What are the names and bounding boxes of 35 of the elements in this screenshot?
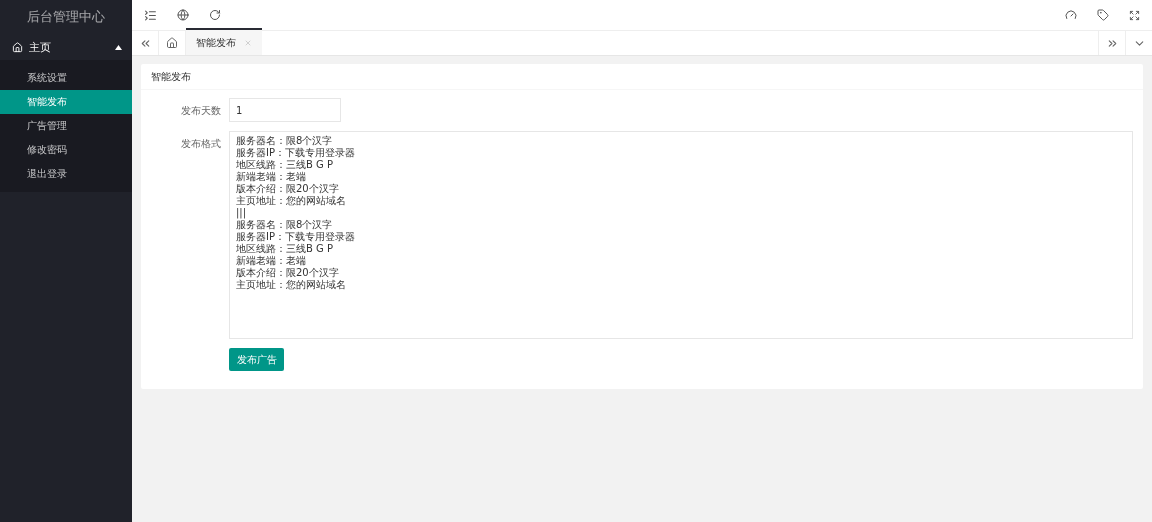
- text-line: 版本介绍：限20个汉字: [236, 267, 339, 279]
- text-line: 地区线路：三线B G P: [236, 243, 333, 255]
- text-line: 服务器名：限8个汉字: [236, 135, 333, 147]
- text-line: 版本介绍：限20个汉字: [236, 183, 339, 195]
- field-label: 发布格式: [180, 137, 222, 151]
- fullscreen-icon[interactable]: [1129, 9, 1140, 21]
- refresh-icon[interactable]: [209, 9, 221, 21]
- caret-icon: [115, 44, 122, 50]
- nav-item[interactable]: 修改密码: [0, 138, 132, 162]
- nav-item[interactable]: 退出登录: [0, 162, 132, 186]
- nav-item[interactable]: 广告管理: [0, 114, 132, 138]
- input-field[interactable]: 1: [229, 98, 341, 122]
- card-title: 智能发布: [141, 64, 1143, 90]
- logo-text: 后台管理中心: [26, 8, 106, 26]
- home-icon: [12, 41, 23, 53]
- text-line: 新端老端：老端: [236, 171, 306, 183]
- submit-button[interactable]: 发布广告: [229, 348, 284, 371]
- globe-icon[interactable]: [177, 9, 189, 21]
- nav-group[interactable]: 主页: [0, 34, 132, 60]
- text-line: 主页地址：您的网站域名: [236, 195, 346, 207]
- text-line: 服务器名：限8个汉字: [236, 219, 333, 231]
- nav-item[interactable]: 系统设置: [0, 66, 132, 90]
- tab[interactable]: 智能发布: [186, 28, 262, 55]
- text-line: 新端老端：老端: [236, 255, 306, 267]
- text-line: 服务器IP：下载专用登录器: [236, 231, 355, 243]
- text-line: |||: [236, 207, 247, 219]
- field-label: 发布天数: [180, 104, 222, 118]
- text-line: 地区线路：三线B G P: [236, 159, 333, 171]
- menu-icon[interactable]: [144, 8, 157, 22]
- text-area[interactable]: 服务器名：限8个汉字 服务器IP：下载专用登录器 地区线路：三线B G P 新端老端：老端 版本介绍：限20个汉字 主页地址：您的网站域名 ||| 服务器名：限8个汉字 服务器IP：下载专用登录器 地区线路：三线B G P 新端老端：老端 版本介绍：限20个汉字 主页地址：您的网站域名: [229, 131, 1133, 339]
- text-line: 服务器IP：下载专用登录器: [236, 147, 355, 159]
- gauge-icon[interactable]: [1065, 9, 1077, 21]
- text-line: 主页地址：您的网站域名: [236, 279, 346, 291]
- nav-item[interactable]: 智能发布: [0, 90, 132, 114]
- tag-icon[interactable]: [1097, 9, 1109, 21]
